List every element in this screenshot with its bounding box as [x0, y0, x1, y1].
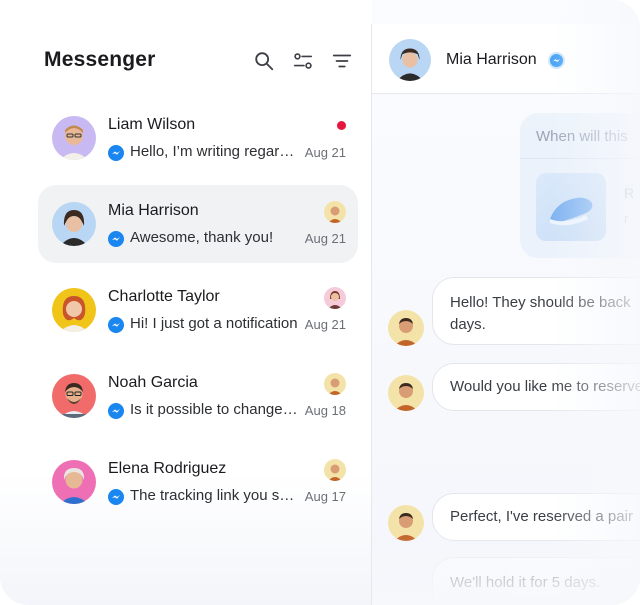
messenger-window: Messenger Liam Wilson Hello, I’m writing…	[0, 0, 640, 605]
message-line: Hello! They should be back	[450, 294, 631, 311]
unread-indicator	[337, 121, 346, 130]
messenger-icon	[108, 317, 124, 333]
messenger-icon	[108, 403, 124, 419]
message-date: Aug 18	[304, 403, 346, 418]
incoming-message: Perfect, I've reserved a pair	[432, 493, 640, 541]
messenger-icon	[108, 145, 124, 161]
sliders-icon[interactable]	[291, 49, 315, 73]
message-preview: Is it possible to change my order	[130, 401, 300, 418]
contact-name: Elena Rodriguez	[108, 460, 227, 477]
agent-avatar	[324, 201, 346, 223]
messenger-icon	[108, 231, 124, 247]
message-text: Perfect, I've reserved a pair	[450, 508, 633, 525]
contact-name: Charlotte Taylor	[108, 288, 220, 305]
app-title: Messenger	[44, 48, 156, 71]
conversation-item[interactable]: Liam Wilson Hello, I’m writing regarding…	[38, 99, 358, 177]
agent-avatar	[324, 287, 346, 309]
avatar	[52, 116, 96, 160]
message-preview: Hello, I’m writing regarding my order	[130, 143, 300, 160]
chat-header: Mia Harrison	[372, 24, 640, 94]
message-date: Aug 21	[304, 317, 346, 332]
panel-divider	[371, 24, 372, 605]
agent-avatar	[388, 505, 424, 541]
message-date: Aug 21	[304, 145, 346, 160]
contact-name: Liam Wilson	[108, 116, 196, 133]
message-text: When will this	[536, 128, 628, 145]
agent-avatar	[388, 375, 424, 411]
product-image[interactable]	[536, 173, 606, 241]
message-text: Hello! They should be back days.	[450, 292, 640, 336]
message-text: We'll hold it for 5 days.	[450, 574, 601, 591]
incoming-message: Hello! They should be back days.	[432, 277, 640, 345]
contact-name: Mia Harrison	[446, 51, 537, 68]
contact-name: Mia Harrison	[108, 202, 199, 219]
incoming-message: Would you like me to reserve	[432, 363, 640, 411]
message-preview: The tracking link you sent	[130, 487, 300, 504]
message-date: Aug 21	[304, 231, 346, 246]
divider	[520, 158, 640, 159]
incoming-message: We'll hold it for 5 days.	[432, 557, 640, 605]
conversation-item[interactable]: Elena Rodriguez The tracking link you se…	[38, 443, 358, 521]
filter-icon[interactable]	[330, 49, 354, 73]
avatar	[52, 202, 96, 246]
product-subtitle: r	[624, 211, 629, 226]
contact-avatar[interactable]	[389, 39, 431, 81]
agent-avatar	[324, 459, 346, 481]
message-preview: Hi! I just got a notification	[130, 315, 298, 332]
conversation-item[interactable]: Charlotte Taylor Hi! I just got a notifi…	[38, 271, 358, 349]
avatar	[52, 288, 96, 332]
outgoing-message: When will this R r	[520, 113, 640, 258]
message-text: Would you like me to reserve	[450, 378, 640, 395]
messenger-icon	[548, 52, 565, 69]
avatar	[52, 460, 96, 504]
messenger-icon	[108, 489, 124, 505]
conversation-item-active[interactable]: Mia Harrison Awesome, thank you! Aug 21	[38, 185, 358, 263]
search-icon[interactable]	[252, 49, 276, 73]
agent-avatar	[324, 373, 346, 395]
agent-avatar	[388, 310, 424, 346]
product-title: R	[624, 185, 635, 201]
message-date: Aug 17	[304, 489, 346, 504]
message-preview: Awesome, thank you!	[130, 229, 274, 246]
contact-name: Noah Garcia	[108, 374, 198, 391]
conversation-item[interactable]: Noah Garcia Is it possible to change my …	[38, 357, 358, 435]
message-line: days.	[450, 316, 486, 333]
avatar	[52, 374, 96, 418]
